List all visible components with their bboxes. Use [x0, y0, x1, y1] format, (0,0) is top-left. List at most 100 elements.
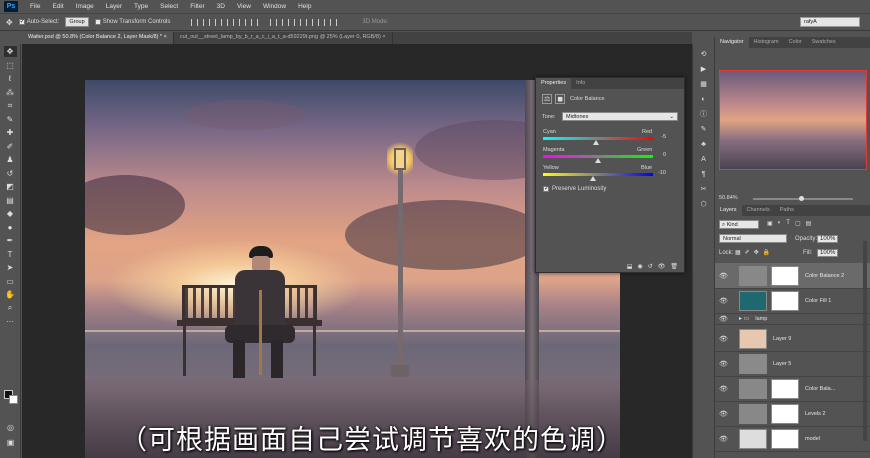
auto-select-target-dropdown[interactable]: Group: [65, 17, 89, 27]
zoom-level[interactable]: 50.84%: [719, 195, 738, 201]
distribute-hcenter-icon[interactable]: [318, 18, 326, 26]
3d-icon[interactable]: ⬡: [698, 199, 710, 209]
menu-window[interactable]: Window: [257, 3, 292, 10]
path-select-icon[interactable]: ➤: [4, 262, 17, 273]
tools-preset-icon[interactable]: ✂: [698, 184, 710, 194]
yellow-blue-value[interactable]: -10: [654, 170, 666, 176]
close-icon[interactable]: ×: [382, 34, 385, 40]
dodge-tool-icon[interactable]: ●: [4, 222, 17, 233]
opacity-field[interactable]: 100%: [817, 235, 839, 243]
layer-mask-thumbnail[interactable]: [771, 428, 799, 449]
zoom-slider[interactable]: [753, 196, 853, 201]
visibility-eye-icon[interactable]: 👁: [719, 315, 729, 323]
magenta-green-value[interactable]: 0: [656, 152, 666, 158]
tab-waiter[interactable]: Waiter.psd @ 50.8% (Color Balance 2, Lay…: [22, 32, 174, 44]
foreground-background-colors[interactable]: [4, 390, 18, 404]
character-icon[interactable]: A: [698, 154, 710, 164]
marquee-tool-icon[interactable]: ⬚: [4, 60, 17, 71]
menu-edit[interactable]: Edit: [46, 3, 69, 10]
menu-select[interactable]: Select: [154, 3, 184, 10]
tab-navigator[interactable]: Navigator: [715, 37, 749, 48]
actions-play-icon[interactable]: ▶: [698, 64, 710, 74]
layer-name[interactable]: lamp: [755, 316, 767, 322]
shape-filter-icon[interactable]: ▢: [795, 220, 801, 227]
layer-row[interactable]: 👁 Color Fill 1: [715, 288, 870, 314]
eraser-tool-icon[interactable]: ◩: [4, 181, 17, 192]
magenta-green-slider[interactable]: [543, 155, 653, 163]
tab-color[interactable]: Color: [784, 37, 807, 48]
adjustment-filter-icon[interactable]: ◐: [778, 220, 782, 227]
quick-mask-icon[interactable]: ◎: [4, 422, 17, 433]
background-color-swatch[interactable]: [9, 395, 18, 404]
clone-source-icon[interactable]: ♣: [698, 139, 710, 149]
pixel-filter-icon[interactable]: ▣: [767, 220, 773, 227]
align-top-icon[interactable]: [191, 18, 199, 26]
tab-swatches[interactable]: Swatches: [807, 37, 841, 48]
history-brush-icon[interactable]: ↺: [4, 168, 17, 179]
type-filter-icon[interactable]: T: [786, 220, 790, 227]
slider-knob[interactable]: [592, 140, 599, 145]
brush-tool-icon[interactable]: ✐: [4, 141, 17, 152]
clip-to-layer-icon[interactable]: ⬓: [627, 263, 633, 270]
quick-select-tool-icon[interactable]: ⁂: [4, 87, 17, 98]
cyan-red-slider[interactable]: [543, 137, 653, 145]
layer-name[interactable]: Color Balance 2: [805, 273, 844, 279]
slider-knob[interactable]: [799, 196, 804, 201]
slider-knob[interactable]: [595, 158, 601, 163]
visibility-eye-icon[interactable]: 👁: [719, 360, 729, 368]
layer-thumbnail[interactable]: [739, 265, 767, 286]
layer-row[interactable]: 👁 Color Balance 2: [715, 263, 870, 289]
menu-3d[interactable]: 3D: [211, 3, 231, 10]
layer-thumbnail[interactable]: [739, 328, 767, 349]
blend-mode-dropdown[interactable]: Normal: [719, 234, 787, 243]
distribute-right-icon[interactable]: [330, 18, 338, 26]
menu-image[interactable]: Image: [70, 3, 100, 10]
layer-row[interactable]: 👁 Color Bala...: [715, 376, 870, 402]
menu-file[interactable]: File: [24, 3, 46, 10]
tab-street-lamp[interactable]: cut_out__street_lamp_by_b_r_a_c_i_a_t_a-…: [174, 32, 393, 44]
yellow-blue-slider[interactable]: [543, 173, 653, 181]
tab-paths[interactable]: Paths: [775, 205, 799, 216]
hand-tool-icon[interactable]: ✋: [4, 289, 17, 300]
workspace-dropdown[interactable]: rafyA: [800, 17, 860, 27]
zoom-tool-icon[interactable]: ⌕: [4, 303, 17, 314]
layer-thumbnail[interactable]: [739, 353, 767, 374]
tab-channels[interactable]: Channels: [742, 205, 775, 216]
layer-row[interactable]: 👁 ▸ ▭ lamp: [715, 313, 870, 325]
cyan-red-value[interactable]: -5: [656, 134, 666, 140]
shape-tool-icon[interactable]: ▭: [4, 276, 17, 287]
layer-name[interactable]: Color Fill 1: [805, 298, 831, 304]
crop-tool-icon[interactable]: ⌗: [4, 100, 17, 111]
blur-tool-icon[interactable]: ◆: [4, 208, 17, 219]
visibility-eye-icon[interactable]: 👁: [719, 335, 729, 343]
layer-row[interactable]: 👁 Layer 5: [715, 351, 870, 377]
menu-view[interactable]: View: [231, 3, 257, 10]
layer-mask-icon[interactable]: ◼: [555, 94, 566, 104]
lock-image-icon[interactable]: ✐: [745, 249, 750, 256]
tab-info[interactable]: Info: [571, 78, 590, 89]
view-previous-icon[interactable]: ◉: [637, 263, 642, 270]
lasso-tool-icon[interactable]: ℓ: [4, 73, 17, 84]
reset-icon[interactable]: ↺: [648, 263, 653, 270]
preserve-luminosity-checkbox[interactable]: Preserve Luminosity: [543, 186, 606, 192]
slider-knob[interactable]: [589, 176, 596, 181]
layer-mask-thumbnail[interactable]: [771, 290, 799, 311]
history-icon[interactable]: ⟲: [698, 49, 710, 59]
gradient-tool-icon[interactable]: ▤: [4, 195, 17, 206]
layer-name[interactable]: Levels 2: [805, 411, 826, 417]
layer-mask-thumbnail[interactable]: [771, 378, 799, 399]
show-transform-checkbox[interactable]: Show Transform Controls: [94, 19, 170, 25]
layer-name[interactable]: model: [805, 436, 820, 442]
eyedropper-tool-icon[interactable]: ✎: [4, 114, 17, 125]
tab-layers[interactable]: Layers: [715, 205, 742, 216]
distribute-bottom-icon[interactable]: [294, 18, 302, 26]
menu-filter[interactable]: Filter: [184, 3, 210, 10]
tab-histogram[interactable]: Histogram: [749, 37, 784, 48]
visibility-eye-icon[interactable]: 👁: [719, 410, 729, 418]
paragraph-icon[interactable]: ¶: [698, 169, 710, 179]
brush-settings-icon[interactable]: ✎: [698, 124, 710, 134]
smart-object-filter-icon[interactable]: ▤: [806, 220, 812, 227]
move-tool-icon[interactable]: ✥: [6, 18, 13, 27]
stamp-tool-icon[interactable]: ♟: [4, 154, 17, 165]
visibility-eye-icon[interactable]: 👁: [719, 272, 729, 280]
